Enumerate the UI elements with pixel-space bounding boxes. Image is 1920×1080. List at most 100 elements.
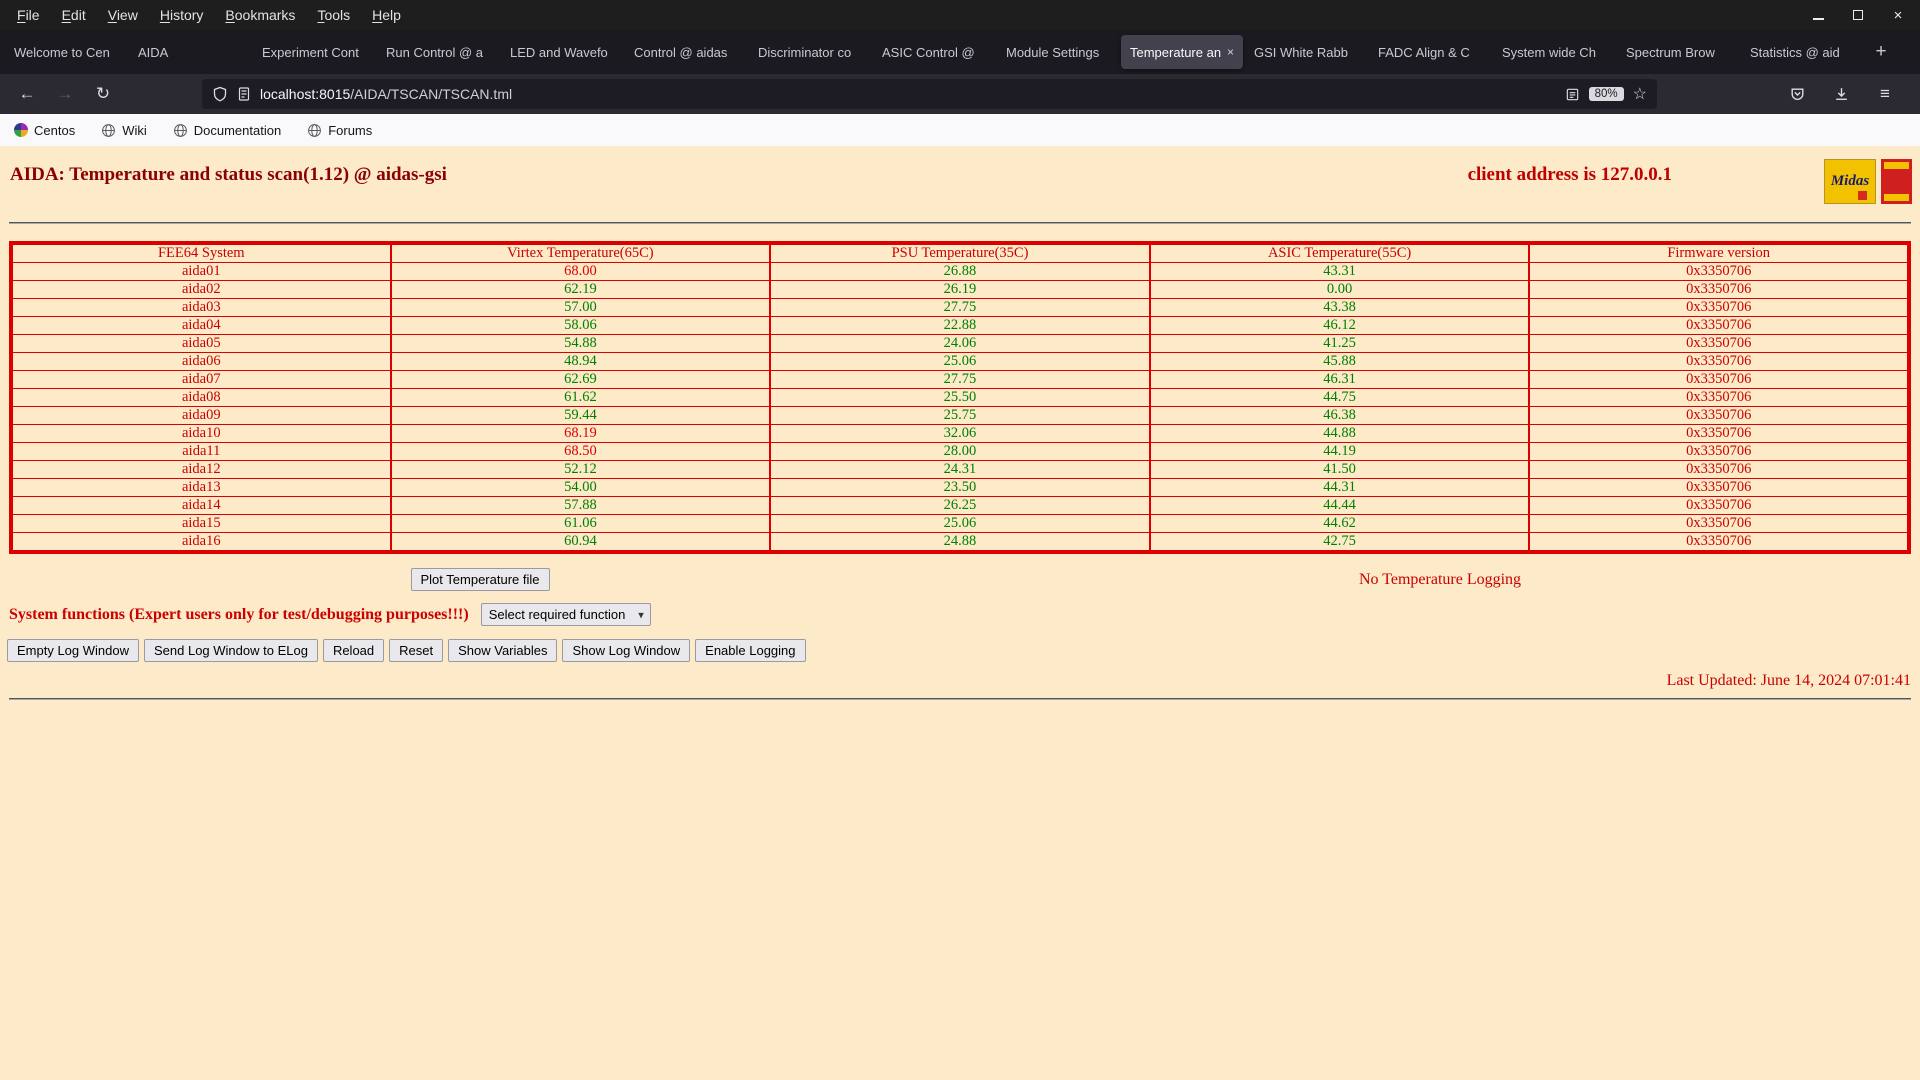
bookmark-wiki[interactable]: Wiki [101,123,147,138]
tab-spectrum-brow[interactable]: Spectrum Brow [1617,35,1739,69]
tab-label: Experiment Cont [262,44,359,60]
page-header: AIDA: Temperature and status scan(1.12) … [0,146,1920,186]
bookmarks-items: Centos Wiki Documentation Forums [14,123,372,138]
tab-label: GSI White Rabb [1254,44,1348,60]
navigation-toolbar: ← → ↻ localhost:8015/AIDA/TSCAN/TSCAN.tm… [0,74,1920,114]
menu-item-help[interactable]: Help [361,5,412,25]
system-cell: aida08 [10,388,392,407]
facility-logo[interactable] [1881,159,1912,204]
zoom-level-badge[interactable]: 80% [1588,87,1624,101]
url-bar[interactable]: localhost:8015/AIDA/TSCAN/TSCAN.tml 80% … [202,79,1657,109]
downloads-icon[interactable] [1826,79,1856,109]
firmware-cell: 0x3350706 [1528,298,1910,317]
button-reset[interactable]: Reset [389,639,444,662]
system-cell: aida16 [10,532,392,553]
tab-label: Temperature an [1130,44,1222,60]
close-button[interactable]: × [1890,7,1906,23]
tab-welcome-to-cen[interactable]: Welcome to Cen [5,35,127,69]
forward-button[interactable]: → [50,79,80,109]
button-reload[interactable]: Reload [322,639,385,662]
asic-temp-cell: 45.88 [1148,352,1531,371]
tab-label: Control @ aidas [634,44,728,60]
menu-item-history[interactable]: History [149,5,215,25]
tab-aida[interactable]: AIDA [129,35,251,69]
maximize-button[interactable] [1850,7,1866,23]
reader-mode-icon[interactable] [1565,87,1580,102]
pocket-icon[interactable] [1782,79,1812,109]
firmware-cell: 0x3350706 [1528,352,1910,371]
bookmark-forums[interactable]: Forums [307,123,372,138]
bookmark-star-icon[interactable]: ☆ [1633,84,1647,104]
virtex-temp-cell: 61.62 [389,388,772,407]
tab-close-icon[interactable]: × [1227,45,1234,59]
tab-led-and-wavefo[interactable]: LED and Wavefo [501,35,623,69]
tab-run-control-a[interactable]: Run Control @ a [377,35,499,69]
back-button[interactable]: ← [12,79,42,109]
firmware-cell: 0x3350706 [1528,478,1910,497]
button-enable-logging[interactable]: Enable Logging [695,639,806,662]
new-tab-button[interactable]: + [1867,38,1895,66]
firmware-cell: 0x3350706 [1528,514,1910,533]
system-cell: aida07 [10,370,392,389]
menu-item-tools[interactable]: Tools [306,5,361,25]
function-select[interactable]: Select required function [480,603,651,626]
button-empty-log-window[interactable]: Empty Log Window [7,639,139,662]
midas-logo[interactable]: Midas [1824,159,1876,204]
minimize-button[interactable] [1810,7,1826,23]
shield-icon[interactable] [212,86,228,102]
tab-label: AIDA [138,44,169,60]
tab-asic-control[interactable]: ASIC Control @ [873,35,995,69]
table-row-aida02: aida02 62.19 26.19 0.00 0x3350706 [10,280,1910,299]
bookmark-centos[interactable]: Centos [14,123,75,138]
menu-item-edit[interactable]: Edit [51,5,97,25]
globe-icon [173,123,188,138]
tab-fadc-align-c[interactable]: FADC Align & C [1369,35,1491,69]
asic-temp-cell: 44.31 [1148,478,1531,497]
plot-button-cell: Plot Temperature file [0,568,960,591]
bookmark-documentation[interactable]: Documentation [173,123,281,138]
table-row-aida15: aida15 61.06 25.06 44.62 0x3350706 [10,514,1910,533]
url-text: localhost:8015/AIDA/TSCAN/TSCAN.tml [260,86,512,102]
window-controls: × [1810,7,1920,23]
table-row-aida06: aida06 48.94 25.06 45.88 0x3350706 [10,352,1910,371]
tab-experiment-cont[interactable]: Experiment Cont [253,35,375,69]
menu-hamburger-icon[interactable]: ≡ [1870,79,1900,109]
tab-control-aidas[interactable]: Control @ aidas [625,35,747,69]
button-show-variables[interactable]: Show Variables [448,639,558,662]
temperature-table: FEE64 System Virtex Temperature(65C) PSU T… [9,241,1911,554]
tab-temperature-an[interactable]: Temperature an × [1121,35,1243,69]
tab-statistics-aid[interactable]: Statistics @ aid [1741,35,1863,69]
action-buttons: Empty Log Window Send Log Window to ELog R… [0,639,1920,662]
site-info-icon[interactable] [236,86,252,102]
psu-temp-cell: 25.06 [769,514,1151,533]
menu-bar: File Edit View History Bookmarks Tools Help × [0,0,1920,30]
asic-temp-cell: 0.00 [1148,280,1531,299]
centos-logo-icon [14,123,28,137]
globe-icon [101,123,116,138]
button-show-log-window[interactable]: Show Log Window [562,639,691,662]
menu-item-bookmarks[interactable]: Bookmarks [214,5,306,25]
virtex-temp-cell: 54.00 [389,478,772,497]
column-header-asic-temperature-55c: ASIC Temperature(55C) [1148,242,1531,263]
firmware-cell: 0x3350706 [1528,388,1910,407]
url-host: localhost:8015 [260,86,351,102]
psu-temp-cell: 25.50 [769,388,1151,407]
button-send-log-window-to-elog[interactable]: Send Log Window to ELog [144,639,318,662]
system-cell: aida02 [10,280,392,299]
plot-temperature-button[interactable]: Plot Temperature file [410,568,550,591]
menu-item-file[interactable]: File [6,5,51,25]
logos: Midas [1824,159,1912,204]
system-cell: aida11 [10,442,392,461]
psu-temp-cell: 24.06 [769,334,1151,353]
tab-discriminator-co[interactable]: Discriminator co [749,35,871,69]
tab-gsi-white-rabb[interactable]: GSI White Rabb [1245,35,1367,69]
firmware-cell: 0x3350706 [1528,316,1910,335]
tab-module-settings[interactable]: Module Settings [997,35,1119,69]
table-row-aida09: aida09 59.44 25.75 46.38 0x3350706 [10,406,1910,425]
menu-item-view[interactable]: View [97,5,149,25]
virtex-temp-cell: 60.94 [389,532,772,553]
client-address: client address is 127.0.0.1 [1467,164,1672,185]
table-row-aida13: aida13 54.00 23.50 44.31 0x3350706 [10,478,1910,497]
reload-button[interactable]: ↻ [88,79,118,109]
tab-system-wide-ch[interactable]: System wide Ch [1493,35,1615,69]
